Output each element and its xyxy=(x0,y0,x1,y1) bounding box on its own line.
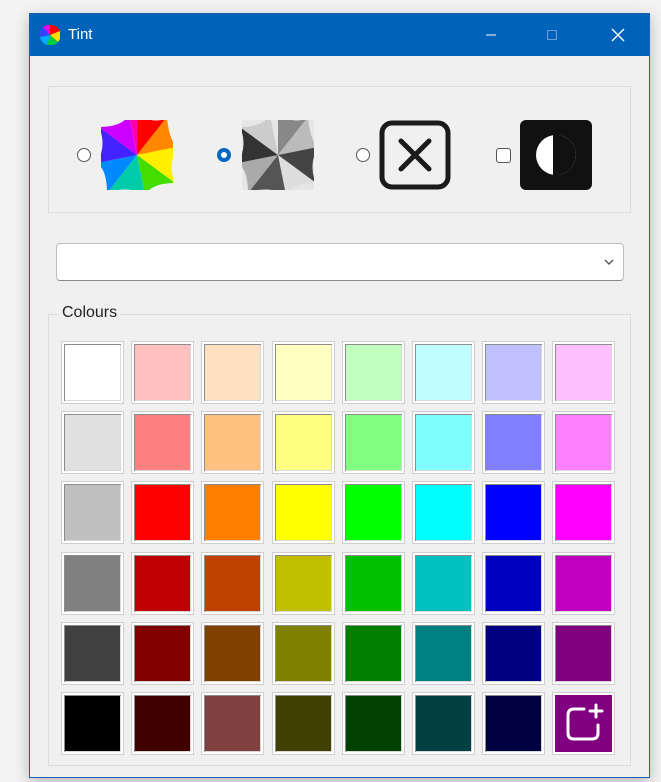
maximize-button[interactable] xyxy=(529,14,575,56)
colour-swatch[interactable] xyxy=(553,412,615,474)
colour-swatch[interactable] xyxy=(553,552,615,614)
colour-swatch[interactable] xyxy=(342,692,404,754)
colour-swatch[interactable] xyxy=(412,622,474,684)
colour-swatch[interactable] xyxy=(62,482,123,544)
chevron-down-icon xyxy=(604,259,614,265)
colour-swatch[interactable] xyxy=(62,412,123,474)
colour-swatch[interactable] xyxy=(483,622,545,684)
colour-swatch[interactable] xyxy=(272,552,334,614)
colour-swatch[interactable] xyxy=(412,342,474,403)
colour-swatch[interactable] xyxy=(202,692,264,754)
close-icon xyxy=(611,28,625,42)
window-title: Tint xyxy=(68,26,93,43)
tint-window: Tint Colours xyxy=(29,13,650,778)
colour-swatch[interactable] xyxy=(272,692,334,754)
colour-swatch[interactable] xyxy=(62,342,123,403)
colours-group: Colours xyxy=(48,304,631,766)
colour-swatch[interactable] xyxy=(272,342,334,403)
colour-swatch[interactable] xyxy=(202,412,264,474)
colour-swatch[interactable] xyxy=(483,552,545,614)
colour-swatch[interactable] xyxy=(342,342,404,403)
colour-swatch[interactable] xyxy=(132,692,194,754)
colour-swatch[interactable] xyxy=(412,412,474,474)
colour-swatch[interactable] xyxy=(342,482,404,544)
greyscale-swirl-icon xyxy=(242,120,314,190)
colour-swatch[interactable] xyxy=(62,692,123,754)
colour-swatch[interactable] xyxy=(342,622,404,684)
mode-greyscale-radio[interactable] xyxy=(217,148,231,162)
rainbow-swirl-icon xyxy=(101,120,173,190)
colour-swatch[interactable] xyxy=(483,412,545,474)
colour-grid xyxy=(62,342,615,754)
invert-checkbox[interactable] xyxy=(496,148,511,163)
add-custom-colour-icon xyxy=(566,703,604,741)
colour-swatch[interactable] xyxy=(412,552,474,614)
colours-label: Colours xyxy=(59,304,121,322)
tint-dropdown[interactable] xyxy=(56,243,624,281)
colour-swatch[interactable] xyxy=(342,552,404,614)
colour-swatch[interactable] xyxy=(483,342,545,403)
invert-contrast-icon xyxy=(520,120,592,190)
colour-swatch[interactable] xyxy=(62,622,123,684)
colour-swatch[interactable] xyxy=(132,412,194,474)
title-bar[interactable]: Tint xyxy=(30,14,649,56)
colour-swatch[interactable] xyxy=(342,412,404,474)
colour-swatch[interactable] xyxy=(272,622,334,684)
colour-swatch[interactable] xyxy=(553,482,615,544)
minimize-icon xyxy=(486,34,496,36)
maximize-icon xyxy=(547,30,557,40)
colour-swatch[interactable] xyxy=(132,482,194,544)
colour-swatch[interactable] xyxy=(132,342,194,403)
colour-swatch[interactable] xyxy=(202,342,264,403)
colour-swatch[interactable] xyxy=(412,692,474,754)
colour-swatch[interactable] xyxy=(553,342,615,403)
minimize-button[interactable] xyxy=(468,14,514,56)
mode-rainbow-radio[interactable] xyxy=(77,148,91,162)
no-tint-icon xyxy=(379,120,451,190)
app-icon xyxy=(40,25,60,45)
close-button[interactable] xyxy=(595,14,641,56)
colour-swatch[interactable] xyxy=(483,482,545,544)
colour-swatch[interactable] xyxy=(553,622,615,684)
colour-swatch[interactable] xyxy=(412,482,474,544)
colour-swatch[interactable] xyxy=(202,552,264,614)
colour-swatch[interactable] xyxy=(202,482,264,544)
colour-swatch[interactable] xyxy=(483,692,545,754)
colour-swatch[interactable] xyxy=(62,552,123,614)
colour-swatch[interactable] xyxy=(132,622,194,684)
colour-swatch[interactable] xyxy=(132,552,194,614)
tint-mode-group xyxy=(48,86,631,213)
colour-swatch[interactable] xyxy=(202,622,264,684)
mode-none-radio[interactable] xyxy=(356,148,370,162)
add-custom-colour-button[interactable] xyxy=(553,692,615,754)
colour-swatch[interactable] xyxy=(272,412,334,474)
colour-swatch[interactable] xyxy=(272,482,334,544)
